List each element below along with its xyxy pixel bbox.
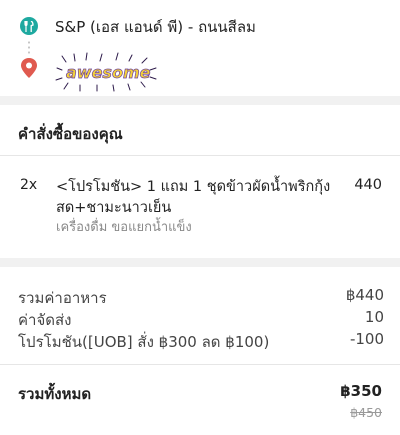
divider (0, 155, 400, 156)
delivery-fee-label: ค่าจัดส่ง (18, 311, 72, 329)
total-label: รวมทั้งหมด (18, 385, 92, 403)
subtotal-value: ฿440 (345, 286, 384, 304)
order-section-title: คำสั่งซื้อของคุณ (18, 125, 123, 143)
section-separator (0, 96, 400, 105)
delivery-fee-row: ค่าจัดส่ง 10 (18, 308, 384, 332)
promotion-value: -100 (349, 330, 384, 348)
delivery-fee-value: 10 (364, 308, 384, 326)
fork-knife-icon (20, 17, 38, 35)
route-dots (28, 40, 30, 54)
section-separator (0, 258, 400, 267)
awesome-sticker: awesome (52, 52, 162, 92)
item-name[interactable]: <โปรโมชัน> 1 แถม 1 ชุดข้าวผัดน้ำพริกกุ้ง… (56, 177, 336, 219)
item-note: เครื่องดื่ม ขอแยกน้ำแข็ง (56, 220, 192, 235)
subtotal-label: รวมค่าอาหาร (18, 289, 107, 307)
divider (0, 364, 400, 365)
restaurant-name[interactable]: S&P (เอส แอนด์ พี) - ถนนสีลม (55, 15, 256, 39)
promotion-row: โปรโมชัน([UOB] สั่ง ฿300 ลด ฿100) -100 (18, 330, 384, 354)
subtotal-row: รวมค่าอาหาร ฿440 (18, 286, 384, 310)
route-section: S&P (เอส แอนด์ พี) - ถนนสีลม awesome (0, 0, 400, 96)
promotion-label: โปรโมชัน([UOB] สั่ง ฿300 ลด ฿100) (18, 333, 270, 351)
total-value: ฿350 (340, 382, 382, 400)
item-price: 440 (354, 177, 382, 193)
location-pin-icon (19, 57, 39, 79)
item-quantity: 2x (20, 177, 38, 193)
sticker-text: awesome (66, 63, 151, 82)
original-total: ฿450 (350, 405, 382, 420)
